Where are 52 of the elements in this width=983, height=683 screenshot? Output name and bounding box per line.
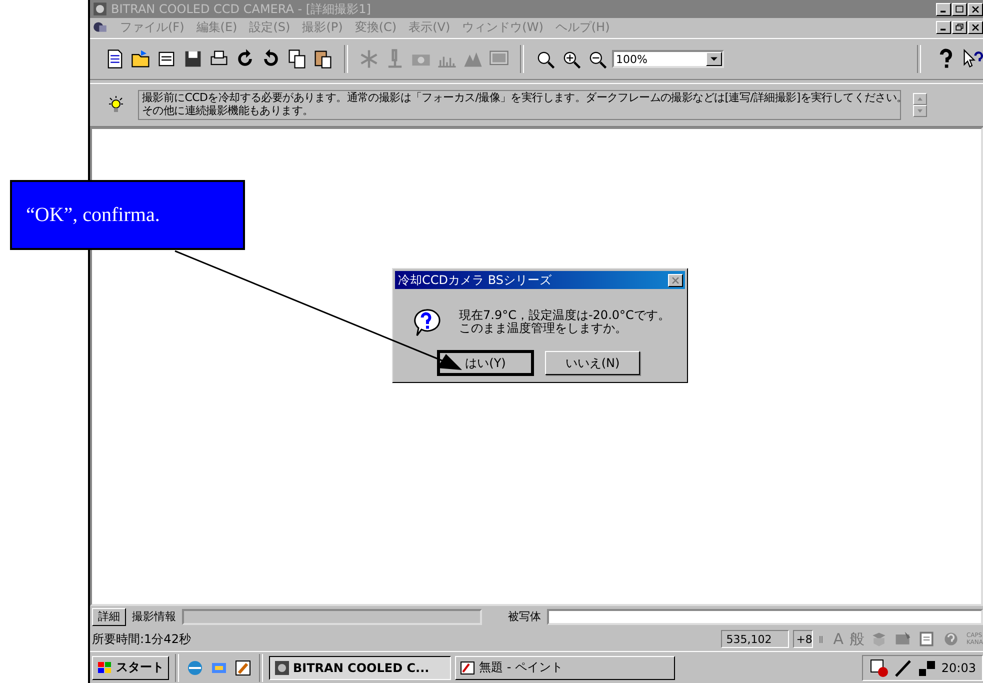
- minimize-button[interactable]: [936, 2, 951, 16]
- paste-icon[interactable]: [312, 48, 334, 70]
- status-code: +8: [793, 630, 814, 648]
- menu-item[interactable]: ファイル(F): [120, 18, 184, 36]
- menu-item[interactable]: ヘルプ(H): [555, 18, 610, 36]
- ime-mode[interactable]: 般: [849, 630, 864, 648]
- scroll-up-icon[interactable]: [913, 93, 927, 105]
- start-button[interactable]: スタート: [92, 656, 169, 680]
- shot-info-field[interactable]: [182, 608, 482, 624]
- menu-item[interactable]: ウィンドウ(W): [462, 18, 544, 36]
- pencil-icon[interactable]: [233, 658, 253, 678]
- menu-item[interactable]: 変換(C): [354, 18, 397, 36]
- taskbar-button[interactable]: 無題 - ペイント: [455, 656, 675, 680]
- open-folder-icon[interactable]: [130, 48, 152, 70]
- zoom-dropdown[interactable]: 100%: [612, 50, 724, 68]
- paint-icon: [460, 660, 476, 676]
- menu-item[interactable]: 編集(E): [196, 18, 238, 36]
- subject-label: 被写体: [508, 609, 541, 624]
- ime-help-icon[interactable]: [942, 630, 960, 648]
- menu-item[interactable]: 表示(V): [408, 18, 450, 36]
- windows-logo-icon: [97, 660, 113, 674]
- scroll-down-icon[interactable]: [913, 105, 927, 117]
- restore-button[interactable]: [952, 20, 967, 34]
- context-help-icon[interactable]: [961, 48, 983, 70]
- elapsed-time: 所要時間:1分42秒: [92, 630, 192, 648]
- ime-mode[interactable]: A: [833, 630, 844, 648]
- detail-button[interactable]: 詳細: [92, 608, 126, 626]
- menu-item[interactable]: 設定(S): [249, 18, 290, 36]
- shot-info-label: 撮影情報: [132, 609, 176, 624]
- dialog-button[interactable]: いいえ(N): [545, 351, 640, 375]
- close-button[interactable]: [968, 2, 983, 16]
- question-icon[interactable]: [411, 307, 441, 337]
- lightbulb-icon[interactable]: [106, 95, 126, 115]
- taskbar-button[interactable]: BITRAN COOLED C...: [269, 656, 451, 680]
- clock: 20:03: [941, 660, 976, 674]
- coordinates: 535,102: [721, 630, 790, 648]
- copy-icon[interactable]: [286, 48, 308, 70]
- close-button[interactable]: [668, 274, 683, 286]
- hint-text: 撮影前にCCDを冷却する必要があります。通常の撮影は「フォーカス/撮像」を実行します。ダークフレームの撮影などは[連写/詳細撮影]を実行してください。 その他に連続撮影機能もあります。: [138, 90, 901, 120]
- annotation-callout: “OK”, confirma.: [10, 180, 245, 250]
- close-button[interactable]: [968, 20, 983, 34]
- dialog-message: 現在7.9°C，設定温度は-20.0°Cです。 このまま温度管理をしますか。: [459, 309, 670, 335]
- maximize-button[interactable]: [952, 2, 967, 16]
- ime-list-icon[interactable]: [918, 630, 936, 648]
- app-icon: [274, 660, 290, 676]
- dialog-button[interactable]: はい(Y): [438, 351, 533, 375]
- app-icon[interactable]: [92, 1, 108, 17]
- menu-item[interactable]: 撮影(P): [302, 18, 343, 36]
- minimize-button[interactable]: [936, 20, 951, 34]
- dialog-title: 冷却CCDカメラ BSシリーズ: [398, 272, 552, 288]
- window-title: BITRAN COOLED CCD CAMERA - [詳細撮影1]: [111, 0, 371, 18]
- subject-field[interactable]: [547, 608, 983, 624]
